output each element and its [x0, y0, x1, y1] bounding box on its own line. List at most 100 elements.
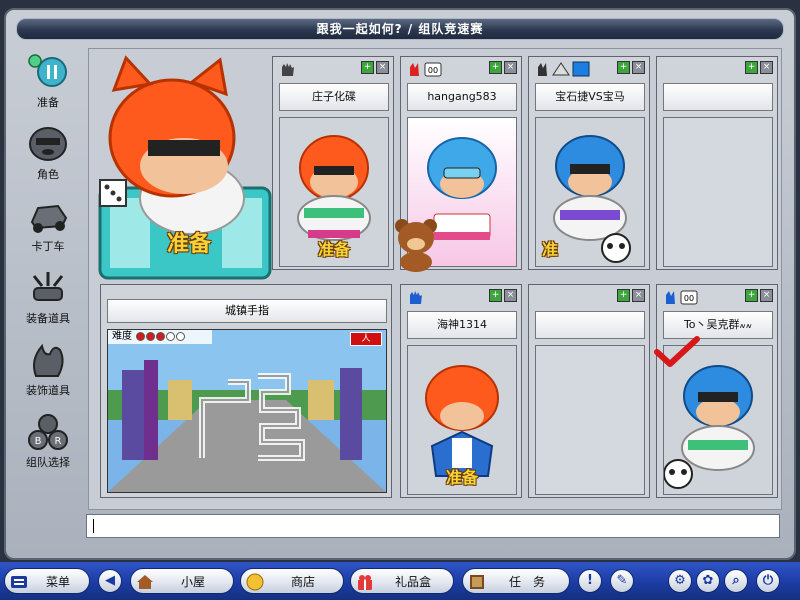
player-slot-4[interactable]: + × [656, 56, 778, 270]
hand-icon [410, 291, 422, 304]
gift-icon [358, 575, 372, 590]
player-ready-label: 准 [542, 240, 559, 259]
player-ready-label: 准备 [166, 232, 211, 257]
player-avatar-view: 准 [535, 117, 645, 267]
player-character: 准备 [92, 48, 282, 288]
player-name: 海神1314 [407, 311, 517, 339]
house-icon [137, 575, 153, 589]
search-icon: ⌕ [732, 573, 740, 588]
player-name: hangang583 [407, 83, 517, 111]
close-icon[interactable]: × [504, 289, 517, 302]
info-icon: ! [587, 573, 593, 588]
badge-icon: 00 [410, 62, 442, 77]
text-caret [93, 519, 94, 533]
gear-icon: ✿ [702, 573, 714, 588]
close-icon[interactable]: × [760, 289, 773, 302]
sidebar-item-decoration[interactable]: 装饰道具 [12, 338, 84, 404]
tools-icon: ⚙ [674, 573, 686, 588]
player-slot-6[interactable]: + × [528, 284, 650, 498]
player-slot-7[interactable]: 00 + × To丶吴克群៷៷ [656, 284, 778, 498]
sidebar-item-ready[interactable]: 准备 [12, 50, 84, 116]
sidebar-item-label: 准备 [37, 96, 59, 109]
room-button[interactable]: 小屋 [130, 568, 234, 594]
power-button[interactable]: ⏻ [756, 569, 780, 593]
character-icon [29, 127, 67, 161]
svg-text:00: 00 [428, 66, 438, 75]
task-button[interactable]: 任 务 [462, 568, 570, 594]
difficulty-dot-filled [156, 331, 166, 341]
menu-button[interactable]: 菜单 [4, 568, 90, 594]
difficulty-dot-empty [176, 331, 186, 341]
slot-action-icon[interactable]: + [617, 289, 630, 302]
close-icon[interactable]: × [376, 61, 389, 74]
player-ready-label: 准备 [445, 468, 478, 487]
slot-action-icon[interactable]: + [361, 61, 374, 74]
player-name: To丶吴克群៷៷ [663, 311, 773, 339]
player-avatar-view [663, 117, 773, 267]
sidebar-item-label: 组队选择 [26, 456, 70, 469]
difficulty-dot-filled [146, 331, 156, 341]
player-ready-label: 准备 [317, 240, 350, 259]
hand-icon [282, 63, 294, 76]
track-difficulty: 难度 [108, 330, 212, 344]
back-arrow-icon: ◀ [105, 573, 115, 588]
track-name: 城镇手指 [107, 299, 387, 323]
sidebar-item-label: 装饰道具 [26, 384, 70, 397]
book-icon [470, 575, 484, 589]
player-name: 庄子化碟 [279, 83, 389, 111]
svg-text:B: B [35, 436, 42, 447]
search-button[interactable]: ⌕ [724, 569, 748, 593]
close-icon[interactable]: × [632, 61, 645, 74]
slot-action-icon[interactable]: + [489, 289, 502, 302]
difficulty-rating [135, 331, 186, 342]
back-button[interactable]: ◀ [98, 569, 122, 593]
sidebar-item-kart[interactable]: 卡丁车 [12, 194, 84, 260]
sidebar-item-label: 卡丁车 [31, 240, 65, 253]
shop-button[interactable]: 商店 [240, 568, 344, 594]
slot-action-icon[interactable]: + [745, 289, 758, 302]
taskbar: 菜单 ◀ 小屋 商店 礼品盒 任 务 ! ✎ ⚙ ✿ ⌕ ⏻ [0, 562, 800, 600]
track-panel[interactable]: 城镇手指 难度 人 [100, 284, 392, 498]
player-name [663, 83, 773, 111]
player-slot-1[interactable]: + × 庄子化碟 准备 [272, 56, 394, 270]
sidebar-item-team-select[interactable]: B R 组队选择 [12, 410, 84, 476]
close-icon[interactable]: × [504, 61, 517, 74]
sidebar: 准备 角色 卡丁车 装备道具 装饰道具 B R 组队选择 [12, 50, 84, 480]
sidebar-item-label: 角色 [37, 168, 59, 181]
player-slot-5[interactable]: + × 海神1314 准备 [400, 284, 522, 498]
player-avatar-view [535, 345, 645, 495]
pause-icon [28, 54, 67, 87]
difficulty-label: 难度 [112, 331, 132, 342]
slot-action-icon[interactable]: + [745, 61, 758, 74]
equipment-icon [32, 272, 64, 301]
bear-pet-icon [395, 219, 437, 272]
ready-check-icon [654, 336, 700, 367]
chat-input[interactable] [86, 514, 780, 538]
svg-text:R: R [55, 436, 62, 447]
difficulty-dot-empty [166, 331, 176, 341]
badge-icon [538, 61, 590, 77]
sidebar-item-character[interactable]: 角色 [12, 122, 84, 188]
slot-action-icon[interactable]: + [617, 61, 630, 74]
wrench-icon: ✎ [616, 573, 628, 588]
player-avatar-view: 准备 [279, 117, 389, 267]
tool-button[interactable]: ✎ [610, 569, 634, 593]
coin-icon [246, 573, 264, 591]
close-icon[interactable]: × [632, 289, 645, 302]
close-icon[interactable]: × [760, 61, 773, 74]
difficulty-dot-filled [136, 331, 146, 341]
player-slot-3[interactable]: + × 宝石捷VS宝马 准 [528, 56, 650, 270]
slot-action-icon[interactable]: + [489, 61, 502, 74]
sidebar-item-label: 装备道具 [26, 312, 70, 325]
power-icon: ⏻ [762, 573, 774, 588]
decoration-icon [33, 343, 64, 377]
player-name: 宝石捷VS宝马 [535, 83, 645, 111]
gift-box-button[interactable]: 礼品盒 [350, 568, 454, 594]
info-button[interactable]: ! [578, 569, 602, 593]
sidebar-item-equipment[interactable]: 装备道具 [12, 266, 84, 332]
window-title: 跟我一起如何? / 组队竞速赛 [16, 18, 784, 40]
settings-button[interactable]: ⚙ [668, 569, 692, 593]
badge-icon: 00 [666, 290, 698, 305]
people-count-icon: 人 [350, 332, 382, 346]
options-button[interactable]: ✿ [696, 569, 720, 593]
